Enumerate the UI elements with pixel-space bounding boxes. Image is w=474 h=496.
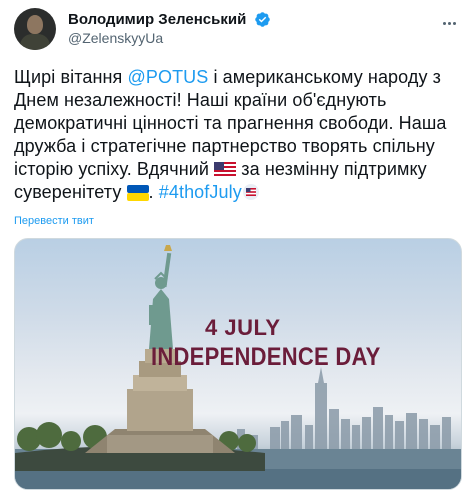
avatar-body (20, 34, 50, 50)
ukraine-flag-emoji (126, 185, 149, 201)
tweet-text-part: Щирі вітання (14, 67, 128, 87)
avatar-head (27, 15, 43, 34)
more-options-icon[interactable] (438, 12, 460, 34)
verified-badge-icon (254, 12, 270, 27)
image-title-line1: 4 JULY (205, 315, 281, 340)
author-handle[interactable]: @ZelenskyyUa (68, 29, 271, 48)
tweet-header: Володимир Зеленський @ZelenskyyUa (14, 8, 460, 52)
tweet-text-part: . (148, 182, 159, 202)
us-flag-hashtag-emoji (242, 184, 259, 200)
author-name[interactable]: Володимир Зеленський (68, 10, 246, 29)
mention-link[interactable]: @POTUS (127, 67, 208, 87)
author-names: Володимир Зеленський @ZelenskyyUa (68, 10, 271, 48)
tweet: Володимир Зеленський @ZelenskyyUa Щирі в… (0, 0, 474, 496)
tweet-text: Щирі вітання @POTUS і американському нар… (14, 66, 464, 204)
tweet-image[interactable]: 4 JULY INDEPENDENCE DAY (14, 238, 462, 490)
hashtag-link[interactable]: #4thofJuly (159, 182, 242, 202)
avatar[interactable] (14, 8, 56, 50)
translate-tweet-link[interactable]: Перевести твит (14, 214, 94, 228)
image-title-line2: INDEPENDENCE DAY (151, 343, 381, 371)
image-caption: 4 JULY INDEPENDENCE DAY (15, 239, 461, 489)
us-flag-emoji (214, 162, 237, 178)
